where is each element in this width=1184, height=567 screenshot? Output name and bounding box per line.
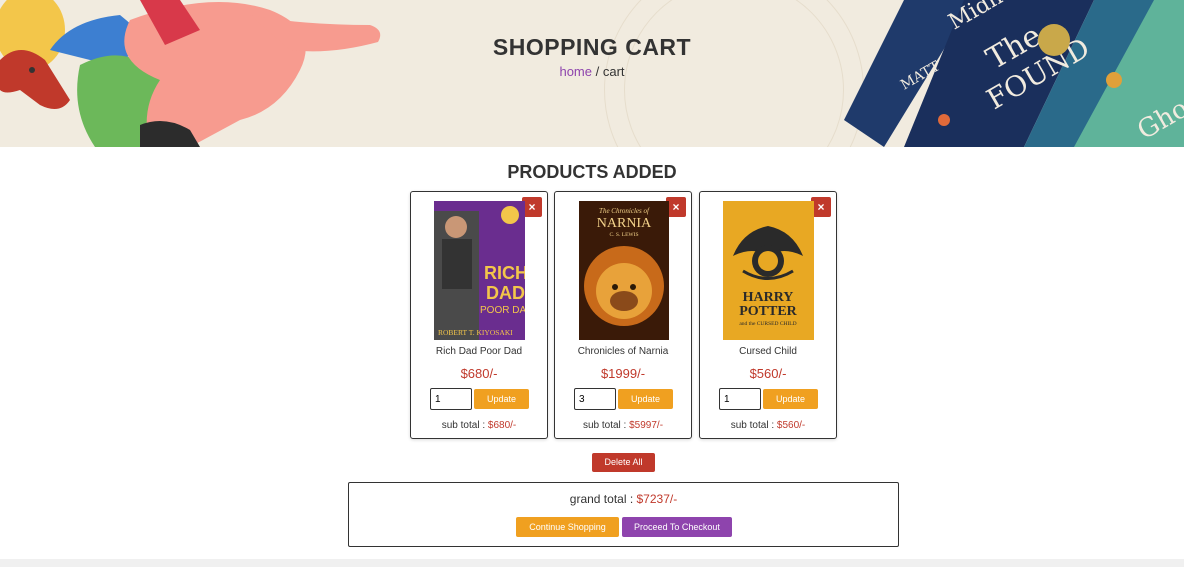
product-card: × HARRY POTTER and the CURSED CHILD Curs…	[699, 191, 837, 439]
section-title: PRODUCTS ADDED	[507, 162, 677, 182]
subtotal-value: $680/-	[487, 420, 517, 431]
page-title: SHOPPING CART	[492, 34, 692, 60]
book-cover-image: RICH DAD POOR DAD ROBERT T. KIYOSAKI	[434, 201, 525, 340]
breadcrumb-current: cart	[602, 64, 625, 79]
subtotal: sub total : $560/-	[700, 420, 836, 431]
cover-title-1: HARRY	[743, 290, 794, 305]
subtotal-label: sub total :	[441, 420, 488, 431]
cover-title-3: and the CURSED CHILD	[739, 321, 796, 327]
product-name: Cursed Child	[739, 346, 797, 357]
remove-item-button[interactable]: ×	[666, 197, 686, 217]
grand-total: grand total : $7237/-	[349, 492, 898, 506]
subtotal-value: $560/-	[776, 420, 806, 431]
product-price: $560/-	[749, 366, 787, 381]
book-cover-image: The Chronicles of NARNIA C. S. LEWIS	[579, 201, 669, 340]
update-button[interactable]: Update	[474, 389, 529, 409]
subtotal: sub total : $680/-	[411, 420, 547, 431]
cover-author: C. S. LEWIS	[609, 232, 638, 238]
subtotal-label: sub total :	[582, 420, 630, 431]
subtotal-label: sub total :	[730, 420, 777, 431]
book-cover-image: HARRY POTTER and the CURSED CHILD	[723, 201, 814, 340]
continue-shopping-button[interactable]: Continue Shopping	[516, 517, 619, 537]
grand-total-value: $7237/-	[636, 492, 678, 506]
header-banner: The FOUND MATT Midn Gho SHOPPING CART ho…	[0, 0, 1184, 147]
cover-title-1: The Chronicles of	[599, 207, 650, 215]
cover-title-2: POTTER	[739, 304, 797, 319]
product-name: Rich Dad Poor Dad	[435, 346, 523, 357]
proceed-to-checkout-button[interactable]: Proceed To Checkout	[622, 517, 732, 537]
product-price: $680/-	[460, 366, 498, 381]
footer-strip	[0, 559, 1184, 567]
cart-totals-box: grand total : $7237/- Continue Shopping …	[348, 482, 899, 547]
update-button[interactable]: Update	[618, 389, 673, 409]
grand-total-label: grand total :	[569, 492, 637, 506]
cover-title-2: NARNIA	[597, 216, 652, 231]
product-name: Chronicles of Narnia	[577, 346, 669, 357]
cover-author: ROBERT T. KIYOSAKI	[438, 328, 513, 337]
breadcrumb-separator: /	[592, 64, 603, 79]
subtotal-value: $5997/-	[629, 420, 664, 431]
product-card: × RICH DAD POOR DAD ROBERT T. KIYOSAKI R…	[410, 191, 548, 439]
product-card: × The Chronicles of NARNIA C. S. LEWIS C…	[554, 191, 692, 439]
quantity-input[interactable]	[719, 388, 761, 410]
update-button[interactable]: Update	[763, 389, 818, 409]
product-price: $1999/-	[600, 366, 646, 381]
delete-all-button[interactable]: Delete All	[592, 453, 655, 472]
cover-title-1: RICH	[484, 263, 525, 283]
cover-title-3: POOR DAD	[480, 305, 525, 316]
breadcrumb: home / cart	[0, 64, 1184, 79]
cover-title-2: DAD	[486, 283, 525, 303]
quantity-input[interactable]	[574, 388, 616, 410]
remove-item-button[interactable]: ×	[522, 197, 542, 217]
remove-item-button[interactable]: ×	[811, 197, 831, 217]
subtotal: sub total : $5997/-	[555, 420, 691, 431]
breadcrumb-home-link[interactable]: home	[559, 64, 592, 79]
quantity-input[interactable]	[430, 388, 472, 410]
